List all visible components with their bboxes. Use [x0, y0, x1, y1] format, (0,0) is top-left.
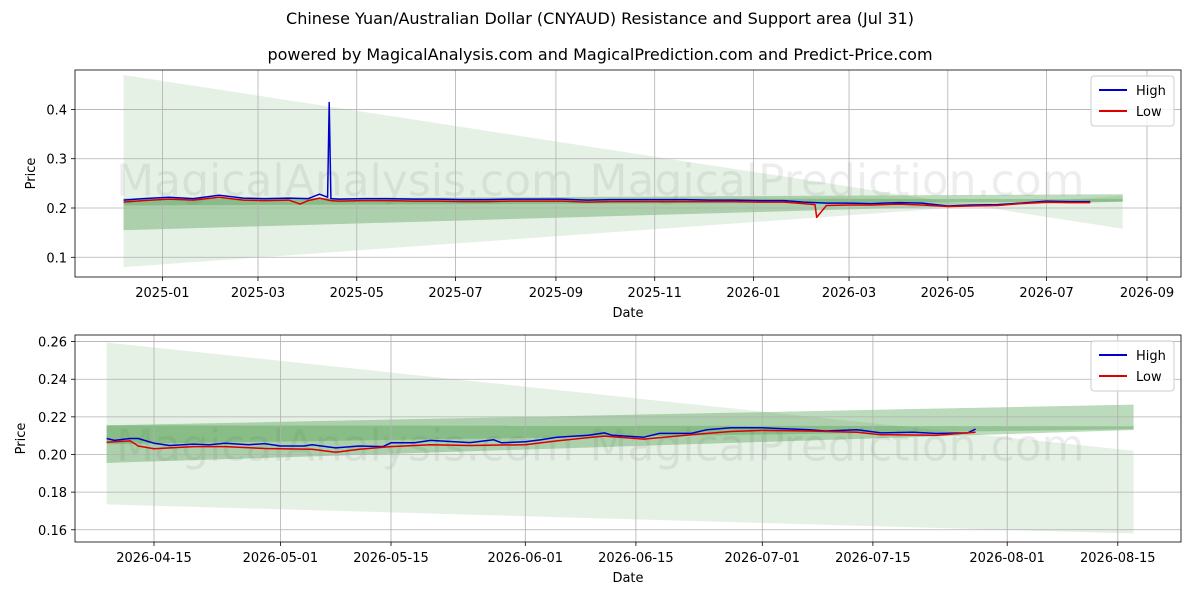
- y-tick-label: 0.24: [38, 373, 67, 388]
- y-axis-label: Price: [14, 423, 29, 455]
- x-tick-label: 2026-08-01: [969, 551, 1045, 566]
- y-axis-label: Price: [24, 158, 39, 190]
- legend-label-high: High: [1136, 349, 1166, 364]
- x-tick-label: 2025-03: [231, 286, 285, 301]
- x-tick-label: 2026-01: [726, 286, 780, 301]
- x-tick-label: 2026-09: [1120, 286, 1174, 301]
- x-tick-label: 2026-07-01: [725, 551, 801, 566]
- x-tick-label: 2026-05-01: [243, 551, 319, 566]
- figure: MagicalAnalysis.com MagicalPrediction.com…: [14, 69, 1182, 586]
- x-tick-label: 2025-09: [529, 286, 583, 301]
- legend: High Low: [1090, 75, 1175, 127]
- x-tick-label: 2025-07: [428, 286, 482, 301]
- x-axis-label: Date: [612, 571, 643, 586]
- y-tick-label: 0.1: [46, 251, 67, 266]
- x-tick-label: 2026-04-15: [116, 551, 192, 566]
- x-tick-label: 2025-05: [330, 286, 384, 301]
- y-tick-label: 0.22: [38, 411, 67, 426]
- chart-1: MagicalAnalysis.com MagicalPrediction.com…: [24, 69, 1182, 321]
- y-tick-label: 0.4: [46, 103, 67, 118]
- x-tick-label: 2026-05-15: [353, 551, 429, 566]
- legend-label-low: Low: [1136, 105, 1162, 120]
- x-tick-label: 2026-08-15: [1080, 551, 1156, 566]
- y-tick-label: 0.16: [38, 524, 67, 539]
- y-tick-label: 0.2: [46, 202, 67, 217]
- y-tick-label: 0.3: [46, 153, 67, 168]
- y-tick-label: 0.26: [38, 336, 67, 351]
- x-tick-label: 2025-11: [628, 286, 682, 301]
- legend-label-high: High: [1136, 84, 1166, 99]
- x-tick-label: 2026-05: [921, 286, 975, 301]
- legend: High Low: [1090, 340, 1175, 392]
- x-tick-label: 2026-07-15: [835, 551, 911, 566]
- legend-label-low: Low: [1136, 370, 1162, 385]
- chart-2: MagicalAnalysis.com MagicalPrediction.com…: [14, 334, 1182, 586]
- x-axis-label: Date: [612, 306, 643, 321]
- x-tick-label: 2026-06-15: [598, 551, 674, 566]
- x-tick-label: 2026-06-01: [488, 551, 564, 566]
- x-tick-label: 2026-07: [1019, 286, 1073, 301]
- x-tick-label: 2026-03: [822, 286, 876, 301]
- y-tick-label: 0.20: [38, 448, 67, 463]
- x-tick-label: 2025-01: [135, 286, 189, 301]
- y-tick-label: 0.18: [38, 486, 67, 501]
